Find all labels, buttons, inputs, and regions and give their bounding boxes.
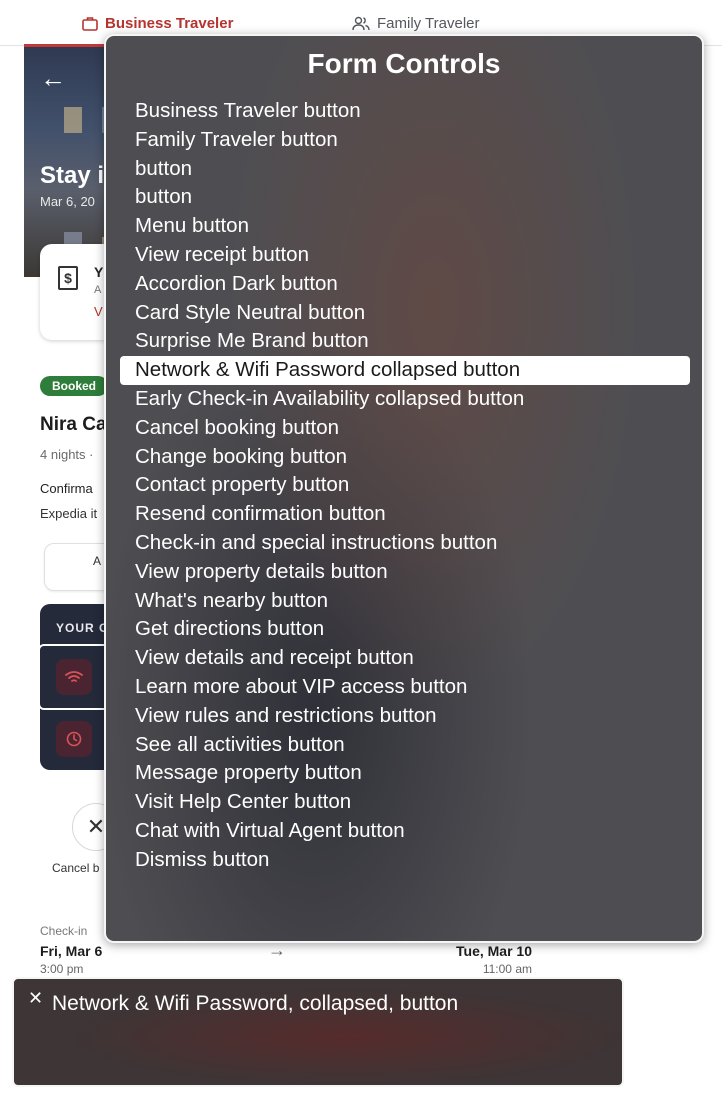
checkout-time: 11:00 am (482, 962, 532, 976)
receipt-icon: $ (58, 266, 78, 290)
rotor-item[interactable]: Get directions button (120, 615, 690, 644)
rotor-item[interactable]: What's nearby button (120, 587, 690, 616)
view-receipt-link[interactable]: V (94, 304, 103, 319)
form-controls-rotor: Form Controls Business Traveler button Fa… (104, 34, 704, 943)
close-icon[interactable]: ✕ (28, 989, 43, 1007)
rotor-list: Business Traveler button Family Traveler … (120, 97, 690, 875)
rotor-item[interactable]: View details and receipt button (120, 644, 690, 673)
rotor-item[interactable]: View property details button (120, 558, 690, 587)
receipt-card-title: Y (94, 264, 104, 280)
cancel-booking-label: Cancel b (52, 861, 100, 875)
checkout-date: Tue, Mar 10 (456, 943, 532, 959)
rotor-item[interactable]: View receipt button (120, 241, 690, 270)
rotor-item[interactable]: Early Check-in Availability collapsed bu… (120, 385, 690, 414)
rotor-item[interactable]: Learn more about VIP access button (120, 673, 690, 702)
rotor-item[interactable]: Cancel booking button (120, 414, 690, 443)
rotor-item[interactable]: Chat with Virtual Agent button (120, 817, 690, 846)
rotor-item[interactable]: Accordion Dark button (120, 270, 690, 299)
tab-family-label: Family Traveler (377, 14, 480, 32)
rotor-title: Form Controls (307, 48, 501, 79)
rotor-item[interactable]: Family Traveler button (120, 126, 690, 155)
people-icon (352, 16, 370, 30)
rotor-item[interactable]: Resend confirmation button (120, 500, 690, 529)
rotor-item[interactable]: See all activities button (120, 731, 690, 760)
status-badge: Booked (40, 376, 109, 396)
rotor-item[interactable]: Change booking button (120, 443, 690, 472)
rotor-item[interactable]: Check-in and special instructions button (120, 529, 690, 558)
caption-text: Network & Wifi Password, collapsed, butt… (52, 992, 459, 1015)
rotor-item[interactable]: Surprise Me Brand button (120, 327, 690, 356)
nights-summary: 4 nights · (40, 447, 94, 462)
rotor-item[interactable]: View rules and restrictions button (120, 702, 690, 731)
rotor-item[interactable]: Message property button (120, 759, 690, 788)
rotor-item[interactable]: Contact property button (120, 471, 690, 500)
dark-card-title: YOUR C (56, 621, 109, 635)
clock-icon[interactable] (56, 721, 92, 757)
hero-dates: Mar 6, 20 (40, 194, 95, 209)
arrow-right-icon: → (268, 940, 286, 960)
rotor-item[interactable]: Business Traveler button (120, 97, 690, 126)
confirmation-label: Confirma (40, 481, 93, 496)
expedia-itinerary: Expedia it (40, 506, 98, 521)
tab-business-traveler[interactable]: Business Traveler (82, 12, 233, 34)
receipt-card-subtitle: A (94, 284, 102, 296)
wifi-icon[interactable] (56, 659, 92, 695)
rotor-item[interactable]: Card Style Neutral button (120, 299, 690, 328)
rotor-item[interactable]: Visit Help Center button (120, 788, 690, 817)
hotel-name: Nira Ca (40, 414, 107, 435)
close-icon: ✕ (86, 814, 106, 839)
voiceover-caption-panel: ✕ Network & Wifi Password, collapsed, bu… (12, 977, 624, 1087)
hero-title: Stay i (40, 162, 105, 189)
rotor-item[interactable]: button (120, 183, 690, 212)
rotor-item[interactable]: button (120, 155, 690, 184)
tab-family-traveler[interactable]: Family Traveler (352, 12, 480, 34)
rotor-item-selected[interactable]: Network & Wifi Password collapsed button (120, 356, 690, 385)
rotor-item[interactable]: Menu button (120, 212, 690, 241)
back-arrow-icon[interactable]: ← (40, 65, 66, 91)
checkin-time: 3:00 pm (40, 962, 84, 976)
checkin-date: Fri, Mar 6 (40, 943, 103, 959)
checkin-label: Check-in (40, 924, 88, 938)
rotor-item[interactable]: Dismiss button (120, 846, 690, 875)
briefcase-icon (82, 16, 98, 31)
tab-business-label: Business Traveler (105, 14, 234, 32)
